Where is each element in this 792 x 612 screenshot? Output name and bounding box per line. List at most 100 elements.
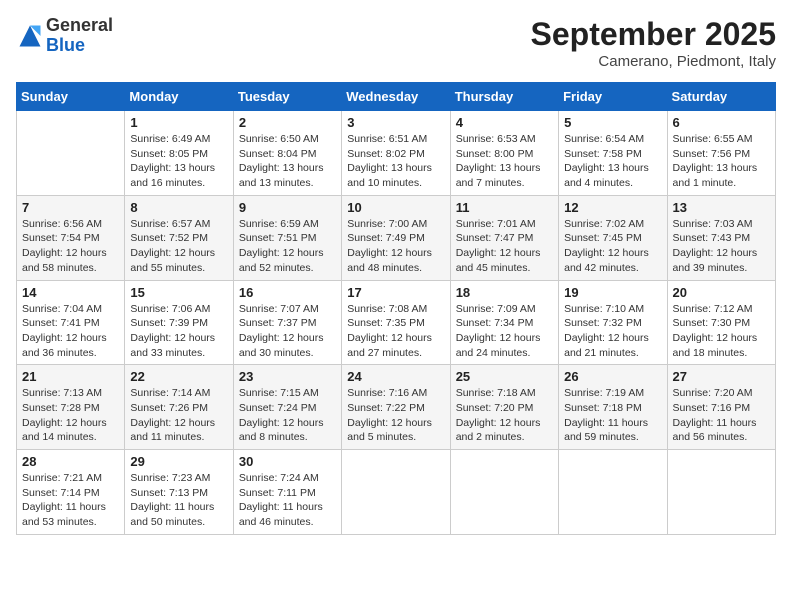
calendar-day: 29 Sunrise: 7:23 AMSunset: 7:13 PMDayligh… xyxy=(125,450,233,535)
day-info: Sunrise: 6:57 AMSunset: 7:52 PMDaylight:… xyxy=(130,217,227,276)
day-info: Sunrise: 7:19 AMSunset: 7:18 PMDaylight:… xyxy=(564,386,661,445)
calendar-day xyxy=(559,450,667,535)
day-number: 27 xyxy=(673,369,770,384)
calendar-table: Sunday Monday Tuesday Wednesday Thursday… xyxy=(16,82,776,535)
col-wednesday: Wednesday xyxy=(342,83,450,111)
calendar-week-2: 14 Sunrise: 7:04 AMSunset: 7:41 PMDayligh… xyxy=(17,280,776,365)
calendar-day: 3 Sunrise: 6:51 AMSunset: 8:02 PMDaylight… xyxy=(342,111,450,196)
day-info: Sunrise: 7:04 AMSunset: 7:41 PMDaylight:… xyxy=(22,302,119,361)
calendar-day: 28 Sunrise: 7:21 AMSunset: 7:14 PMDayligh… xyxy=(17,450,125,535)
calendar-day: 5Sunrise: 6:54 AMSunset: 7:58 PMDaylight… xyxy=(559,111,667,196)
calendar-day: 24 Sunrise: 7:16 AMSunset: 7:22 PMDayligh… xyxy=(342,365,450,450)
calendar-day: 10 Sunrise: 7:00 AMSunset: 7:49 PMDayligh… xyxy=(342,195,450,280)
calendar-day: 20 Sunrise: 7:12 AMSunset: 7:30 PMDayligh… xyxy=(667,280,775,365)
day-info: Sunrise: 7:20 AMSunset: 7:16 PMDaylight:… xyxy=(673,386,770,445)
day-info: Sunrise: 6:51 AMSunset: 8:02 PMDaylight:… xyxy=(347,132,444,191)
day-number: 2 xyxy=(239,115,336,130)
day-number: 29 xyxy=(130,454,227,469)
day-number: 4 xyxy=(456,115,553,130)
location: Camerano, Piedmont, Italy xyxy=(531,53,776,70)
calendar-day xyxy=(342,450,450,535)
calendar-day: 13 Sunrise: 7:03 AMSunset: 7:43 PMDayligh… xyxy=(667,195,775,280)
logo-general: General xyxy=(46,16,113,36)
col-saturday: Saturday xyxy=(667,83,775,111)
day-number: 13 xyxy=(673,200,770,215)
logo-blue: Blue xyxy=(46,36,113,56)
calendar-day: 26 Sunrise: 7:19 AMSunset: 7:18 PMDayligh… xyxy=(559,365,667,450)
day-number: 3 xyxy=(347,115,444,130)
day-info: Sunrise: 6:56 AMSunset: 7:54 PMDaylight:… xyxy=(22,217,119,276)
day-info: Sunrise: 6:50 AMSunset: 8:04 PMDaylight:… xyxy=(239,132,336,191)
page-header: General Blue September 2025 Camerano, Pi… xyxy=(16,16,776,70)
calendar-day: 16 Sunrise: 7:07 AMSunset: 7:37 PMDayligh… xyxy=(233,280,341,365)
day-number: 5 xyxy=(564,115,661,130)
col-sunday: Sunday xyxy=(17,83,125,111)
logo: General Blue xyxy=(16,16,113,56)
day-info: Sunrise: 7:07 AMSunset: 7:37 PMDaylight:… xyxy=(239,302,336,361)
day-number: 25 xyxy=(456,369,553,384)
day-number: 22 xyxy=(130,369,227,384)
month-title: September 2025 xyxy=(531,16,776,53)
calendar-week-0: 1Sunrise: 6:49 AMSunset: 8:05 PMDaylight… xyxy=(17,111,776,196)
calendar-day: 23 Sunrise: 7:15 AMSunset: 7:24 PMDayligh… xyxy=(233,365,341,450)
day-number: 26 xyxy=(564,369,661,384)
day-info: Sunrise: 7:02 AMSunset: 7:45 PMDaylight:… xyxy=(564,217,661,276)
calendar-day: 21 Sunrise: 7:13 AMSunset: 7:28 PMDayligh… xyxy=(17,365,125,450)
day-number: 6 xyxy=(673,115,770,130)
calendar-day: 22 Sunrise: 7:14 AMSunset: 7:26 PMDayligh… xyxy=(125,365,233,450)
day-info: Sunrise: 7:01 AMSunset: 7:47 PMDaylight:… xyxy=(456,217,553,276)
calendar-day: 15Sunrise: 7:06 AMSunset: 7:39 PMDayligh… xyxy=(125,280,233,365)
col-monday: Monday xyxy=(125,83,233,111)
calendar-day: 19 Sunrise: 7:10 AMSunset: 7:32 PMDayligh… xyxy=(559,280,667,365)
calendar-day: 27 Sunrise: 7:20 AMSunset: 7:16 PMDayligh… xyxy=(667,365,775,450)
logo-icon xyxy=(16,22,44,50)
calendar-day: 14 Sunrise: 7:04 AMSunset: 7:41 PMDayligh… xyxy=(17,280,125,365)
day-number: 24 xyxy=(347,369,444,384)
day-info: Sunrise: 7:15 AMSunset: 7:24 PMDaylight:… xyxy=(239,386,336,445)
day-number: 16 xyxy=(239,285,336,300)
day-info: Sunrise: 7:14 AMSunset: 7:26 PMDaylight:… xyxy=(130,386,227,445)
day-number: 1 xyxy=(130,115,227,130)
calendar-day: 4 Sunrise: 6:53 AMSunset: 8:00 PMDaylight… xyxy=(450,111,558,196)
day-info: Sunrise: 6:53 AMSunset: 8:00 PMDaylight:… xyxy=(456,132,553,191)
day-number: 28 xyxy=(22,454,119,469)
day-info: Sunrise: 7:13 AMSunset: 7:28 PMDaylight:… xyxy=(22,386,119,445)
calendar-day: 30 Sunrise: 7:24 AMSunset: 7:11 PMDayligh… xyxy=(233,450,341,535)
day-info: Sunrise: 7:16 AMSunset: 7:22 PMDaylight:… xyxy=(347,386,444,445)
calendar-day: 18Sunrise: 7:09 AMSunset: 7:34 PMDayligh… xyxy=(450,280,558,365)
day-number: 10 xyxy=(347,200,444,215)
day-info: Sunrise: 7:12 AMSunset: 7:30 PMDaylight:… xyxy=(673,302,770,361)
day-number: 14 xyxy=(22,285,119,300)
day-info: Sunrise: 7:06 AMSunset: 7:39 PMDaylight:… xyxy=(130,302,227,361)
calendar-day: 11Sunrise: 7:01 AMSunset: 7:47 PMDayligh… xyxy=(450,195,558,280)
day-number: 20 xyxy=(673,285,770,300)
calendar-week-1: 7Sunrise: 6:56 AMSunset: 7:54 PMDaylight… xyxy=(17,195,776,280)
day-info: Sunrise: 7:21 AMSunset: 7:14 PMDaylight:… xyxy=(22,471,119,530)
day-number: 19 xyxy=(564,285,661,300)
day-info: Sunrise: 7:08 AMSunset: 7:35 PMDaylight:… xyxy=(347,302,444,361)
calendar-day xyxy=(450,450,558,535)
day-number: 18 xyxy=(456,285,553,300)
day-info: Sunrise: 6:59 AMSunset: 7:51 PMDaylight:… xyxy=(239,217,336,276)
day-info: Sunrise: 7:00 AMSunset: 7:49 PMDaylight:… xyxy=(347,217,444,276)
day-number: 12 xyxy=(564,200,661,215)
day-number: 21 xyxy=(22,369,119,384)
day-info: Sunrise: 7:10 AMSunset: 7:32 PMDaylight:… xyxy=(564,302,661,361)
calendar-day: 12 Sunrise: 7:02 AMSunset: 7:45 PMDayligh… xyxy=(559,195,667,280)
day-number: 23 xyxy=(239,369,336,384)
calendar-week-3: 21 Sunrise: 7:13 AMSunset: 7:28 PMDayligh… xyxy=(17,365,776,450)
calendar-day: 17Sunrise: 7:08 AMSunset: 7:35 PMDayligh… xyxy=(342,280,450,365)
header-row: Sunday Monday Tuesday Wednesday Thursday… xyxy=(17,83,776,111)
day-info: Sunrise: 7:23 AMSunset: 7:13 PMDaylight:… xyxy=(130,471,227,530)
calendar-day: 8Sunrise: 6:57 AMSunset: 7:52 PMDaylight… xyxy=(125,195,233,280)
day-info: Sunrise: 7:24 AMSunset: 7:11 PMDaylight:… xyxy=(239,471,336,530)
calendar-week-4: 28 Sunrise: 7:21 AMSunset: 7:14 PMDayligh… xyxy=(17,450,776,535)
calendar-day: 9Sunrise: 6:59 AMSunset: 7:51 PMDaylight… xyxy=(233,195,341,280)
calendar-day: 25 Sunrise: 7:18 AMSunset: 7:20 PMDayligh… xyxy=(450,365,558,450)
calendar-day xyxy=(667,450,775,535)
day-info: Sunrise: 7:18 AMSunset: 7:20 PMDaylight:… xyxy=(456,386,553,445)
title-block: September 2025 Camerano, Piedmont, Italy xyxy=(531,16,776,70)
calendar-day xyxy=(17,111,125,196)
day-info: Sunrise: 7:03 AMSunset: 7:43 PMDaylight:… xyxy=(673,217,770,276)
day-number: 30 xyxy=(239,454,336,469)
